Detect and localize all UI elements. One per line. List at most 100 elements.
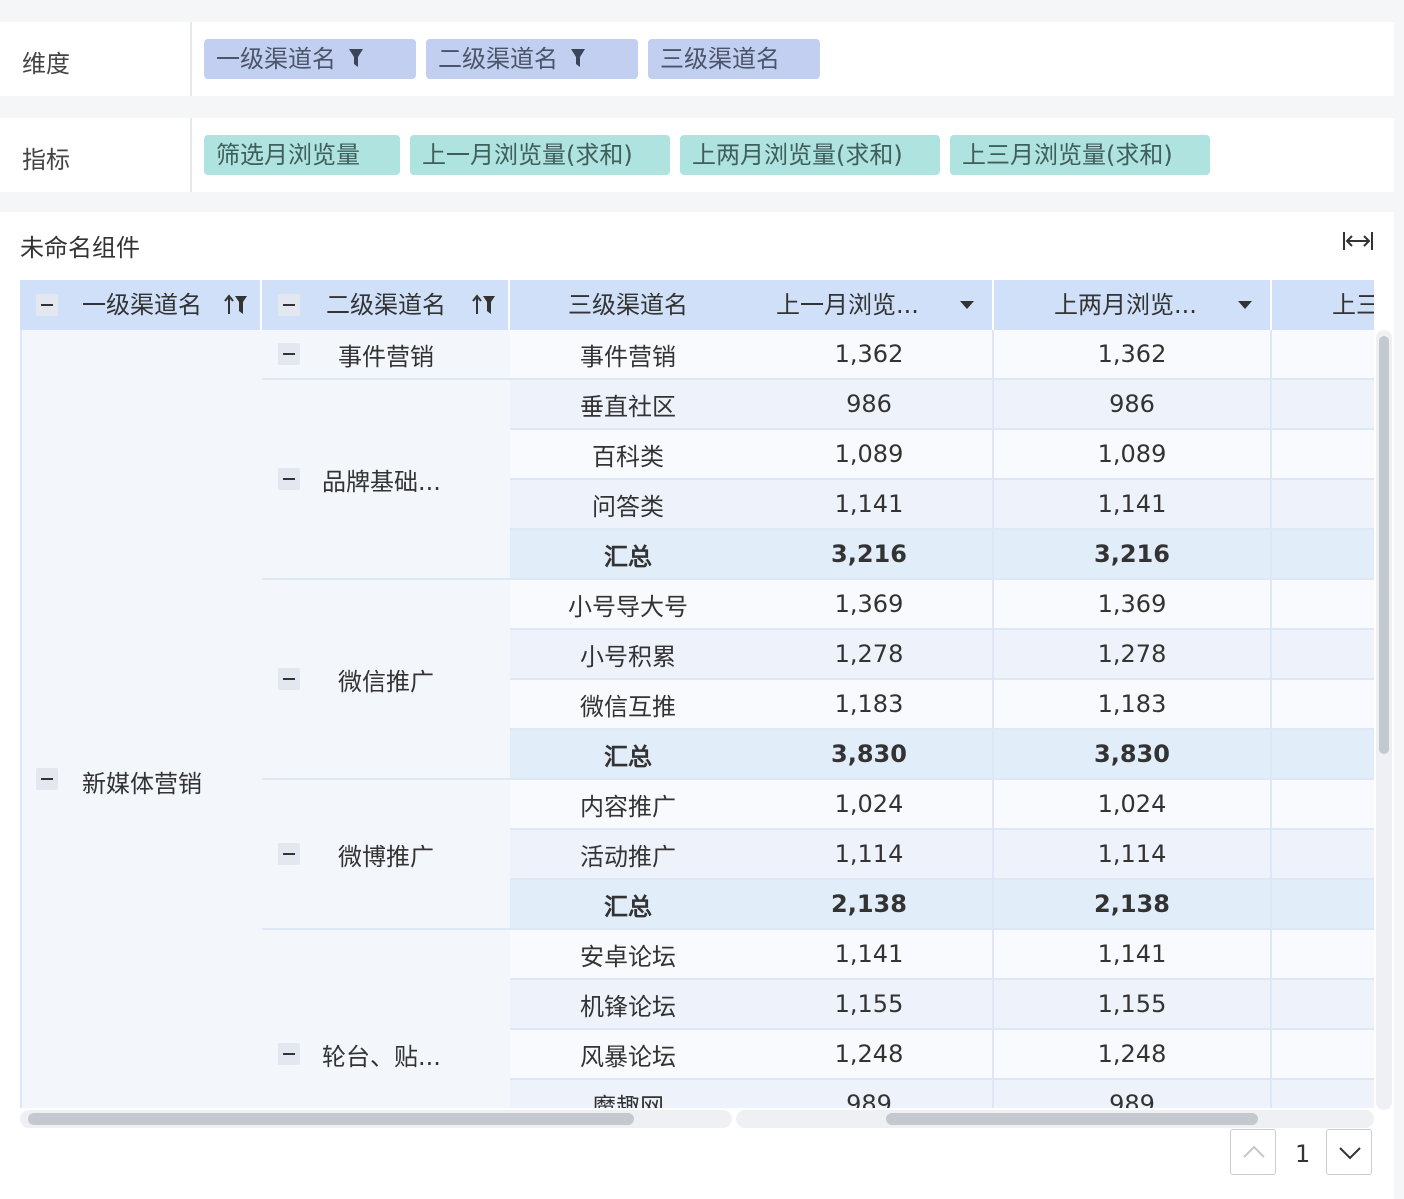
header-level1[interactable]: 一级渠道名 (20, 280, 262, 330)
chevron-up-icon (1243, 1145, 1265, 1158)
prev3-value-cell (1272, 430, 1374, 480)
dropdown-icon[interactable] (1238, 300, 1252, 310)
frozen-horizontal-scrollbar[interactable] (20, 1110, 732, 1128)
total-prev3-value-cell (1272, 730, 1374, 780)
level2-label: 微博推广 (338, 842, 434, 871)
next-page-button[interactable] (1326, 1129, 1372, 1175)
level3-cell: 活动推广 (510, 830, 746, 880)
level2-cell[interactable]: 事件营销 (262, 330, 512, 380)
prev2-value-cell: 989 (994, 1080, 1272, 1108)
dimension-label: 维度 (22, 50, 70, 78)
level2-cell[interactable]: 轮台、贴... (262, 930, 512, 1108)
vertical-scrollbar[interactable] (1376, 330, 1392, 1110)
level3-cell: 内容推广 (510, 780, 746, 830)
header-prev3[interactable]: 上三 (1272, 280, 1374, 330)
prev3-value-cell (1272, 1030, 1374, 1080)
level3-cell: 风暴论坛 (510, 1030, 746, 1080)
chevron-down-icon (1339, 1147, 1361, 1160)
prev2-value-cell: 1,155 (994, 980, 1272, 1030)
level3-cell: 问答类 (510, 480, 746, 530)
prev2-value-cell: 1,248 (994, 1030, 1272, 1080)
level2-label: 事件营销 (338, 342, 434, 371)
prev3-value-cell (1272, 930, 1374, 980)
total-prev2-value-cell: 2,138 (994, 880, 1272, 930)
total-prev3-value-cell (1272, 880, 1374, 930)
level2-cell[interactable]: 微信推广 (262, 580, 512, 780)
prev-page-button[interactable] (1230, 1129, 1276, 1175)
horizontal-scrollbar[interactable] (736, 1110, 1374, 1128)
sort-icon[interactable] (224, 294, 248, 316)
prev1-value-cell: 1,089 (746, 430, 994, 480)
divider (190, 22, 192, 96)
prev1-value-cell: 1,141 (746, 930, 994, 980)
metric-chip[interactable]: 上两月浏览量(求和) (680, 135, 940, 175)
prev1-value-cell: 1,114 (746, 830, 994, 880)
sort-icon[interactable] (472, 294, 496, 316)
collapse-icon[interactable] (278, 343, 300, 365)
header-label: 上三 (1332, 291, 1374, 319)
prev2-value-cell: 1,183 (994, 680, 1272, 730)
collapse-icon[interactable] (278, 668, 300, 690)
prev3-value-cell (1272, 980, 1374, 1030)
prev1-value-cell: 989 (746, 1080, 994, 1108)
scrollbar-thumb[interactable] (28, 1113, 634, 1125)
metric-chip[interactable]: 上三月浏览量(求和) (950, 135, 1210, 175)
prev1-value-cell: 1,183 (746, 680, 994, 730)
header-level2[interactable]: 二级渠道名 (262, 280, 510, 330)
collapse-icon[interactable] (278, 1043, 300, 1065)
dropdown-icon[interactable] (960, 300, 974, 310)
header-label: 上两月浏览... (1054, 291, 1197, 319)
prev3-value-cell (1272, 630, 1374, 680)
header-label: 三级渠道名 (568, 291, 688, 319)
filter-icon[interactable] (348, 47, 364, 69)
prev3-value-cell (1272, 580, 1374, 630)
prev3-value-cell (1272, 1080, 1374, 1108)
scrollbar-thumb[interactable] (1379, 336, 1389, 754)
collapse-icon[interactable] (278, 843, 300, 865)
prev1-value-cell: 1,024 (746, 780, 994, 830)
metric-chip[interactable]: 筛选月浏览量 (204, 135, 400, 175)
prev3-value-cell (1272, 830, 1374, 880)
header-label: 上一月浏览... (776, 291, 919, 319)
scrollbar-thumb[interactable] (886, 1113, 1258, 1125)
total-prev2-value-cell: 3,216 (994, 530, 1272, 580)
header-level3[interactable]: 三级渠道名 (510, 280, 746, 330)
header-prev1[interactable]: 上一月浏览... (746, 280, 994, 330)
pivot-table: 一级渠道名 二级渠道名 三级渠道名 上一月浏览... 上两月浏览... 上三 新… (20, 280, 1374, 1108)
total-prev1-value-cell: 2,138 (746, 880, 994, 930)
level1-label: 新媒体营销 (82, 770, 202, 798)
dimension-chip-label: 二级渠道名 (438, 45, 558, 73)
table-component: 未命名组件 一级渠道名 二级渠道名 三级渠道名 上一月浏览... 上两月浏览..… (0, 212, 1394, 1199)
page-number: 1 (1295, 1140, 1311, 1168)
level1-cell[interactable]: 新媒体营销 (20, 330, 264, 1108)
prev1-value-cell: 1,155 (746, 980, 994, 1030)
prev2-value-cell: 1,114 (994, 830, 1272, 880)
prev2-value-cell: 1,362 (994, 330, 1272, 380)
total-level3-cell: 汇总 (510, 880, 746, 930)
prev1-value-cell: 1,248 (746, 1030, 994, 1080)
collapse-icon[interactable] (278, 294, 300, 316)
dimension-chip-level1[interactable]: 一级渠道名 (204, 39, 416, 79)
metric-chip[interactable]: 上一月浏览量(求和) (410, 135, 670, 175)
collapse-icon[interactable] (36, 294, 58, 316)
dimension-chip-level3[interactable]: 三级渠道名 (648, 39, 820, 79)
level3-cell: 小号积累 (510, 630, 746, 680)
level2-cell[interactable]: 微博推广 (262, 780, 512, 930)
prev1-value-cell: 1,362 (746, 330, 994, 380)
level2-cell[interactable]: 品牌基础... (262, 380, 512, 580)
header-label: 一级渠道名 (82, 291, 202, 319)
collapse-icon[interactable] (278, 468, 300, 490)
level3-cell: 安卓论坛 (510, 930, 746, 980)
header-prev2[interactable]: 上两月浏览... (994, 280, 1272, 330)
collapse-icon[interactable] (36, 768, 58, 790)
total-prev3-value-cell (1272, 530, 1374, 580)
table-header: 一级渠道名 二级渠道名 三级渠道名 上一月浏览... 上两月浏览... 上三 (20, 280, 1374, 330)
dimension-chip-level2[interactable]: 二级渠道名 (426, 39, 638, 79)
component-title: 未命名组件 (20, 234, 140, 262)
fit-width-icon[interactable] (1342, 230, 1374, 252)
prev1-value-cell: 986 (746, 380, 994, 430)
prev3-value-cell (1272, 330, 1374, 380)
prev1-value-cell: 1,369 (746, 580, 994, 630)
filter-icon[interactable] (570, 47, 586, 69)
metric-label: 指标 (22, 146, 70, 174)
